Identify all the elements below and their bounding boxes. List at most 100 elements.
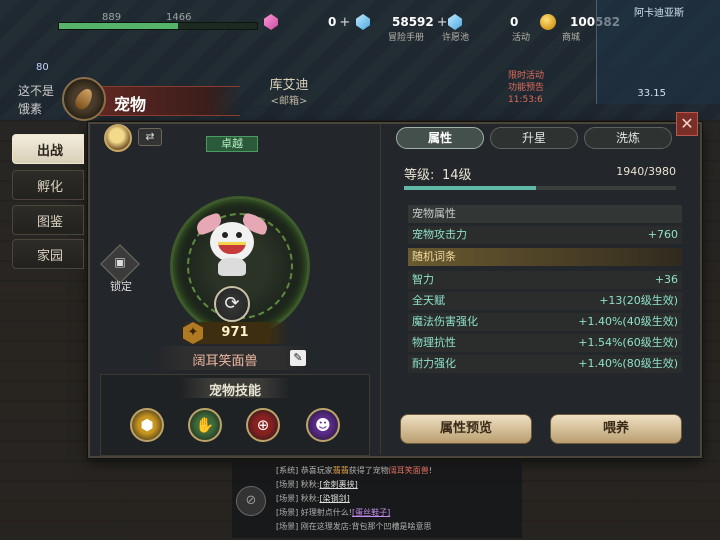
event-notice[interactable]: 限时活动 功能预告 11:53:6 [508, 70, 544, 106]
leaf-icon [72, 85, 96, 113]
chat-text: 秋秋: [300, 494, 320, 503]
pet-avatar[interactable] [104, 124, 132, 152]
swap-pet-button[interactable]: ⇄ [138, 128, 162, 146]
panel-header: 宠物 [62, 77, 240, 121]
random-attr-row: 耐力强化 +1.40%(80级生效) [408, 355, 682, 373]
chat-text[interactable]: [蛋丝鞋子] [352, 508, 390, 517]
chat-channel: [场景] [276, 480, 301, 489]
currency-pink-crystal[interactable]: 0 + [264, 12, 350, 32]
chat-line: [场景] 秋秋:[金刺裹挟] [276, 479, 358, 490]
currency-value: 58592 [392, 15, 434, 29]
chat-line: [系统] 恭喜玩家翡翡获得了宠物阔耳笑面兽! [276, 465, 432, 476]
attr-value: +1.54%(60级生效) [578, 336, 678, 349]
blue-crystal-icon [356, 14, 370, 30]
exp-bar [404, 186, 676, 190]
random-attr-row: 全天赋 +13(20级生效) [408, 292, 682, 310]
event-notice-line: 限时活动 [508, 71, 545, 81]
event-notice-line: 功能预告 [508, 83, 545, 93]
pet-badge-icon [62, 77, 106, 121]
close-button[interactable]: ✕ [676, 112, 698, 136]
skills-title: 宠物技能 [208, 384, 261, 399]
chat-text: 好理射点什么! [300, 508, 353, 517]
hp-bar-track [58, 22, 258, 30]
tab-deploy[interactable]: 出战 [12, 134, 84, 164]
attr-row: 宠物攻击力 +760 [408, 226, 682, 244]
tab-home[interactable]: 家园 [12, 239, 84, 269]
attr-value: +1.40%(80级生效) [578, 357, 678, 370]
tab-codex[interactable]: 图鉴 [12, 205, 84, 235]
tab-star-up[interactable]: 升星 [490, 127, 578, 149]
green-claw-skill-icon[interactable]: ✋ [188, 408, 222, 442]
attr-name: 宠物攻击力 [412, 228, 467, 241]
hp-bar-fill [59, 23, 178, 29]
currency-value: 0 [510, 15, 519, 29]
player-level: 80 [36, 62, 49, 73]
attr-name: 智力 [412, 273, 434, 286]
attr-value: +760 [647, 228, 678, 241]
chat-line: [场景] 秋秋:[染钢剑] [276, 493, 350, 504]
chat-text: 获得了宠物 [348, 466, 389, 475]
lock-label: 锁定 [110, 280, 132, 293]
attribute-preview-button[interactable]: 属性预览 [400, 414, 532, 444]
event-notice-line: 11:53:6 [508, 95, 543, 105]
pet-attr-header: 宠物属性 [408, 205, 682, 223]
chat-channel: [场景] [276, 508, 301, 517]
level-label: 等级: [404, 168, 435, 183]
pet-eye [236, 232, 242, 238]
menu-wishing-pool[interactable]: 许愿池 [442, 30, 469, 43]
random-attr-row: 魔法伤害强化 +1.40%(40级生效) [408, 313, 682, 331]
add-currency-button[interactable]: + [437, 15, 448, 30]
level-value: 14级 [442, 168, 472, 183]
location-name: 阿卡迪亚斯 [634, 8, 684, 19]
pet-sprite[interactable] [194, 212, 270, 278]
chat-text: 阔耳笑面兽 [388, 466, 429, 475]
red-target-skill-icon[interactable]: ⊕ [246, 408, 280, 442]
minimap-time: 33.15 [637, 88, 666, 99]
scene-scrap-text: 这不是 饿素 [18, 82, 54, 118]
menu-events[interactable]: 活动 [512, 30, 530, 43]
attr-name: 魔法伤害强化 [412, 315, 478, 328]
minimap[interactable]: 阿卡迪亚斯 33.15 [596, 0, 720, 104]
chat-text: 秋秋: [300, 480, 320, 489]
power-value: 971 [221, 325, 249, 340]
chat-text[interactable]: [染钢剑] [320, 494, 350, 503]
feed-button[interactable]: 喂养 [550, 414, 682, 444]
chat-text[interactable]: [金刺裹挟] [320, 480, 358, 489]
scrap-line: 饿素 [18, 102, 43, 116]
panel-title: 宠物 [114, 95, 147, 114]
attr-name: 全天赋 [412, 294, 445, 307]
random-attr-row: 智力 +36 [408, 271, 682, 289]
scrap-line: 这不是 [18, 84, 55, 98]
attr-name: 物理抗性 [412, 336, 456, 349]
purple-beast-skill-icon[interactable]: ☻ [306, 408, 340, 442]
quality-tag: 卓越 [206, 136, 258, 152]
player-hp-bar: 889 1466 [58, 12, 298, 34]
random-attr-row: 物理抗性 +1.54%(60级生效) [408, 334, 682, 352]
npc-name: 库艾迪 [269, 78, 309, 93]
chat-mute-icon[interactable]: ⊘ [236, 486, 266, 516]
attr-value: +1.40%(40级生效) [578, 315, 678, 328]
random-attr-header: 随机词条 [408, 248, 682, 266]
panel-divider [380, 124, 381, 454]
currency-blue-crystal[interactable]: 58592 + [356, 12, 448, 32]
chat-text: 恭喜玩家 [300, 466, 333, 475]
tab-attributes[interactable]: 属性 [396, 127, 484, 149]
tab-refine[interactable]: 洗炼 [584, 127, 672, 149]
chat-line: [场景] 好理射点什么![蛋丝鞋子] [276, 507, 390, 518]
edit-name-icon[interactable]: ✎ [290, 350, 306, 366]
refresh-icon[interactable]: ⟳ [214, 286, 250, 322]
npc-subtitle: <邮箱> [270, 96, 308, 107]
exp-bar-fill [404, 186, 537, 190]
chat-channel: [场景] [276, 494, 301, 503]
currency-value: 0 [328, 15, 337, 29]
currency-blue-diamond[interactable]: 0 [448, 12, 518, 32]
pet-body [218, 258, 246, 276]
tab-hatch[interactable]: 孵化 [12, 170, 84, 200]
menu-adventure-book[interactable]: 冒险手册 [388, 30, 424, 43]
blue-diamond-icon [448, 14, 462, 30]
add-currency-button[interactable]: + [339, 15, 350, 30]
gold-coin-icon [540, 14, 556, 30]
menu-shop[interactable]: 商城 [562, 30, 580, 43]
chat-line: [场景] 刚在这理发店:背包那个凹槽是啥意思 [276, 521, 432, 532]
golden-shield-skill-icon[interactable]: ⬢ [130, 408, 164, 442]
